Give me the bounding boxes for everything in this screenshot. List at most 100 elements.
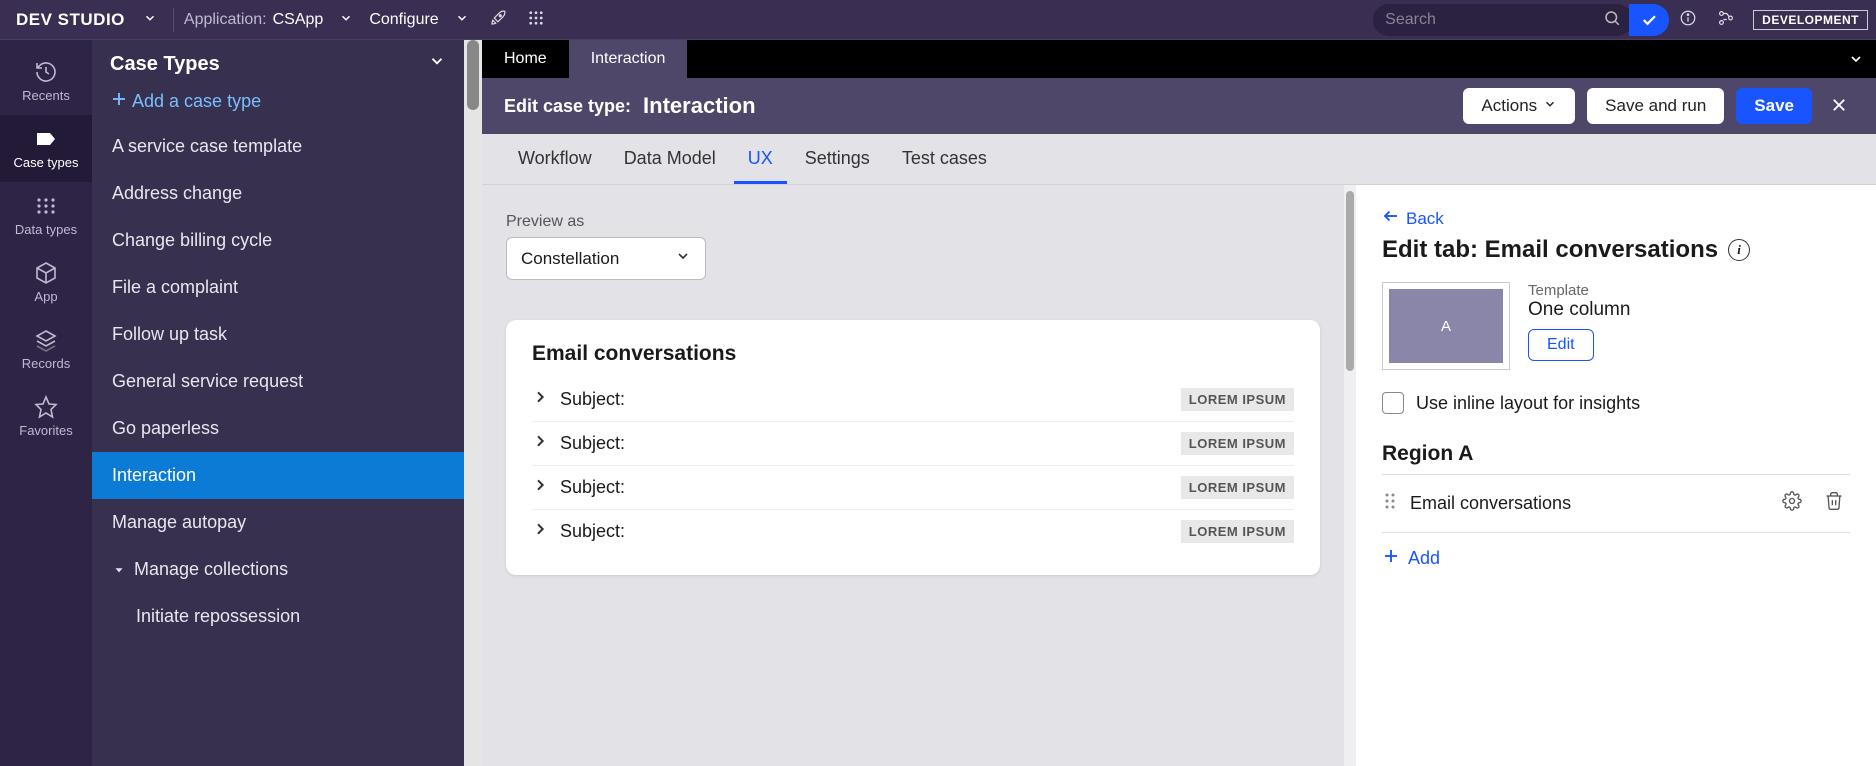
arrow-left-icon bbox=[1382, 207, 1400, 230]
add-label: Add bbox=[1408, 548, 1440, 569]
subject-label: Subject: bbox=[560, 521, 625, 542]
case-type-item[interactable]: Address change bbox=[92, 170, 464, 217]
region-item-settings-button[interactable] bbox=[1778, 487, 1806, 520]
subtab-ux[interactable]: UX bbox=[734, 134, 787, 184]
lorem-chip: LOREM IPSUM bbox=[1181, 432, 1294, 455]
case-type-item[interactable]: File a complaint bbox=[92, 264, 464, 311]
subtab-settings[interactable]: Settings bbox=[791, 134, 884, 184]
rail-label: Recents bbox=[4, 88, 88, 103]
case-type-item[interactable]: Manage autopay bbox=[92, 499, 464, 546]
save-and-run-button[interactable]: Save and run bbox=[1587, 88, 1724, 124]
case-type-item[interactable]: Go paperless bbox=[92, 405, 464, 452]
template-thumbnail: A bbox=[1382, 282, 1510, 370]
tab-interaction[interactable]: Interaction bbox=[569, 40, 688, 78]
case-type-item[interactable]: A service case template bbox=[92, 123, 464, 170]
explorer-title: Case Types bbox=[110, 53, 220, 76]
preview-as-select[interactable]: Constellation bbox=[506, 237, 706, 280]
back-link[interactable]: Back bbox=[1382, 207, 1444, 230]
rail-label: Data types bbox=[4, 222, 88, 237]
application-menu-chevron[interactable] bbox=[329, 7, 363, 32]
case-type-item[interactable]: Follow up task bbox=[92, 311, 464, 358]
rocket-icon[interactable] bbox=[479, 3, 517, 36]
info-icon[interactable] bbox=[1669, 3, 1707, 36]
tabstrip-expand-chevron[interactable] bbox=[1836, 40, 1876, 78]
branch-icon[interactable] bbox=[1707, 3, 1745, 36]
rail-case-types[interactable]: Case types bbox=[0, 115, 92, 182]
application-name[interactable]: CSApp bbox=[267, 11, 330, 29]
chevron-right-icon bbox=[532, 433, 548, 454]
chevron-down-icon bbox=[1543, 96, 1557, 116]
rail-label: App bbox=[4, 289, 88, 304]
tab-home[interactable]: Home bbox=[482, 40, 569, 78]
region-item-delete-button[interactable] bbox=[1820, 487, 1848, 520]
rail-favorites[interactable]: Favorites bbox=[0, 383, 92, 450]
grid-apps-icon[interactable] bbox=[517, 3, 555, 36]
checkbox-box bbox=[1382, 392, 1404, 414]
close-button[interactable] bbox=[1824, 90, 1854, 123]
add-case-type-link[interactable]: Add a case type bbox=[92, 84, 464, 123]
rail-label: Case types bbox=[4, 155, 88, 170]
drag-handle-icon[interactable] bbox=[1384, 492, 1396, 515]
case-type-item-selected[interactable]: Interaction bbox=[92, 452, 464, 499]
edit-header-name: Interaction bbox=[643, 93, 755, 119]
rail-records[interactable]: Records bbox=[0, 316, 92, 383]
preview-scrollbar[interactable] bbox=[1344, 185, 1356, 766]
template-label: Template bbox=[1528, 282, 1630, 299]
inspector-title: Edit tab: Email conversations bbox=[1382, 236, 1718, 264]
info-icon[interactable]: i bbox=[1728, 239, 1750, 261]
plus-icon bbox=[110, 90, 128, 113]
inspector-panel: Back Edit tab: Email conversations i A T… bbox=[1356, 185, 1876, 766]
rail-data-types[interactable]: Data types bbox=[0, 182, 92, 249]
left-rail: Recents Case types Data types App Record… bbox=[0, 40, 92, 766]
region-add-link[interactable]: Add bbox=[1382, 547, 1440, 570]
preview-card-title: Email conversations bbox=[532, 342, 1294, 366]
preview-column: Preview as Constellation Email conversat… bbox=[482, 185, 1344, 766]
data-types-icon bbox=[4, 194, 88, 218]
explorer-panel: Case Types Add a case type A service cas… bbox=[92, 40, 464, 766]
application-label: Application: bbox=[180, 11, 267, 29]
chevron-down-icon bbox=[143, 11, 157, 28]
case-type-subitem[interactable]: Initiate repossession bbox=[92, 593, 464, 640]
preview-row[interactable]: Subject: LOREM IPSUM bbox=[532, 378, 1294, 422]
rail-recents[interactable]: Recents bbox=[0, 48, 92, 115]
caret-down-icon bbox=[112, 563, 126, 577]
edit-header: Edit case type: Interaction Actions Save… bbox=[482, 78, 1876, 134]
explorer-scrollbar[interactable] bbox=[464, 40, 482, 766]
save-button[interactable]: Save bbox=[1736, 88, 1812, 124]
tabstrip: Home Interaction bbox=[482, 40, 1876, 78]
subtab-test-cases[interactable]: Test cases bbox=[888, 134, 1001, 184]
preview-as-value: Constellation bbox=[521, 249, 619, 269]
explorer-collapse-chevron[interactable] bbox=[428, 52, 446, 76]
global-search[interactable] bbox=[1373, 4, 1633, 36]
checkbox-label: Use inline layout for insights bbox=[1416, 393, 1640, 414]
lorem-chip: LOREM IPSUM bbox=[1181, 388, 1294, 411]
template-value: One column bbox=[1528, 299, 1630, 321]
preview-row[interactable]: Subject: LOREM IPSUM bbox=[532, 422, 1294, 466]
back-label: Back bbox=[1406, 209, 1444, 229]
inline-layout-checkbox[interactable]: Use inline layout for insights bbox=[1382, 392, 1850, 414]
lorem-chip: LOREM IPSUM bbox=[1181, 520, 1294, 543]
search-input[interactable] bbox=[1385, 11, 1603, 29]
region-item[interactable]: Email conversations bbox=[1382, 474, 1850, 533]
case-type-item[interactable]: Change billing cycle bbox=[92, 217, 464, 264]
configure-menu-chevron[interactable] bbox=[445, 7, 479, 32]
subtab-data-model[interactable]: Data Model bbox=[610, 134, 730, 184]
template-thumb-letter: A bbox=[1389, 289, 1503, 363]
template-edit-button[interactable]: Edit bbox=[1528, 329, 1594, 361]
add-case-label: Add a case type bbox=[132, 91, 261, 112]
case-type-item[interactable]: General service request bbox=[92, 358, 464, 405]
lorem-chip: LOREM IPSUM bbox=[1181, 476, 1294, 499]
region-heading: Region A bbox=[1382, 442, 1850, 466]
rail-label: Favorites bbox=[4, 423, 88, 438]
actions-button[interactable]: Actions bbox=[1463, 88, 1575, 124]
brand-menu-chevron[interactable] bbox=[133, 7, 167, 32]
confirm-button[interactable] bbox=[1629, 4, 1669, 36]
configure-link[interactable]: Configure bbox=[363, 11, 444, 29]
case-type-item-expandable[interactable]: Manage collections bbox=[92, 546, 464, 593]
preview-row[interactable]: Subject: LOREM IPSUM bbox=[532, 510, 1294, 553]
preview-row[interactable]: Subject: LOREM IPSUM bbox=[532, 466, 1294, 510]
subtab-workflow[interactable]: Workflow bbox=[504, 134, 606, 184]
preview-as-label: Preview as bbox=[506, 213, 1320, 231]
edit-header-label: Edit case type: bbox=[504, 96, 631, 117]
rail-app[interactable]: App bbox=[0, 249, 92, 316]
